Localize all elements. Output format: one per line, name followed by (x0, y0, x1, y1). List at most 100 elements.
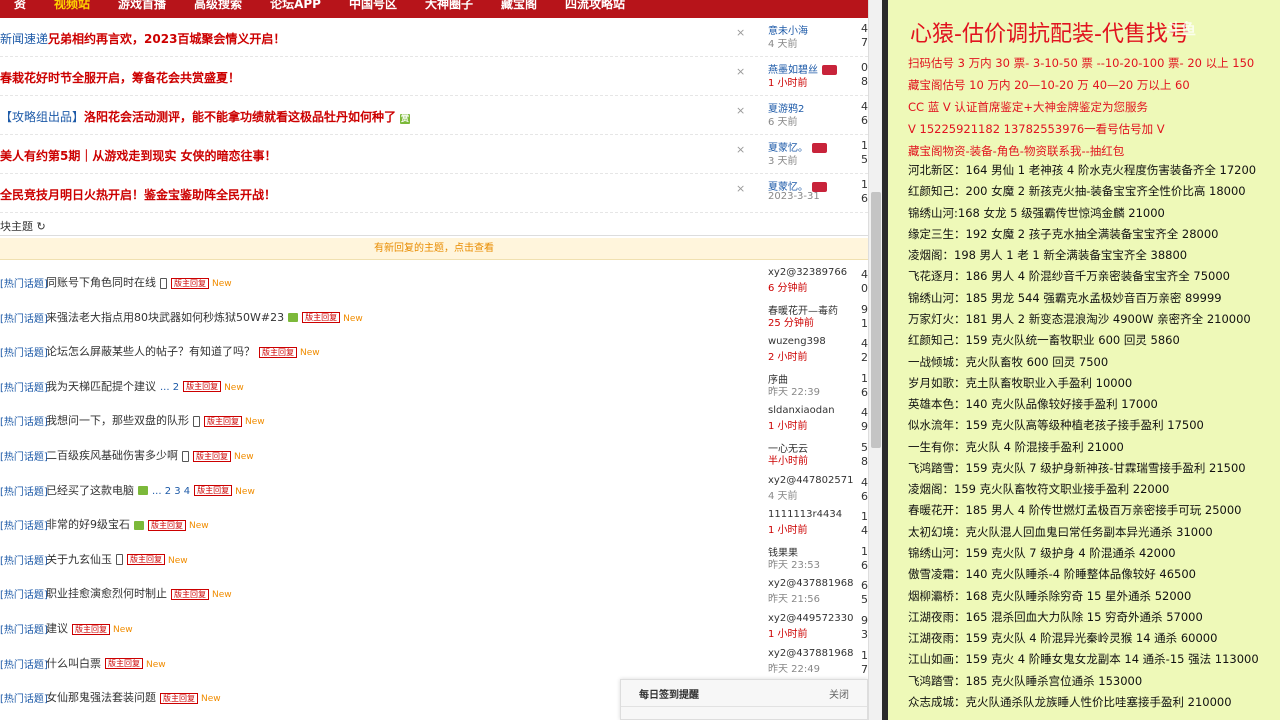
new-badge: New (212, 279, 232, 289)
thread-author[interactable]: xy2@449572330 (768, 613, 853, 624)
sticky-thread-row[interactable]: 【攻略组出品】洛阳花会活动测评，能不能拿功绩就看这极品牡丹如何种了赏 × 夏游鸦2 6… (0, 96, 868, 135)
overlay-listing-line: 一生有你：克火队 4 阶混接手盈利 21000 (908, 439, 1124, 454)
thread-title-link[interactable]: 论坛怎么屏蔽某些人的帖子？有知道了吗？ 版主回复 New (46, 343, 320, 359)
medal-icon (822, 65, 837, 75)
close-icon[interactable]: × (736, 104, 745, 117)
overlay-listing-line: 红颜知己：159 克火队统一畜牧职业 600 回灵 5860 (908, 333, 1180, 348)
close-icon[interactable]: × (736, 26, 745, 39)
thread-category-tag[interactable]: 新闻速递 (0, 32, 48, 46)
reply-count: 4 (861, 268, 868, 281)
sticky-thread-row[interactable]: 美人有约第5期｜从游戏走到现实 女侠的暗恋往事！ × 夏蒙忆。 3 天前 1 5 (0, 135, 868, 174)
table-row[interactable]: [热门话题] 什么叫白票 版主回复 New xy2@437881968 昨天 22:49 1… (0, 645, 868, 679)
table-row[interactable]: [热门话题] 职业挂愈演愈烈何时制止 版主回复 New xy2@437881968 昨天 … (0, 575, 868, 609)
thread-title-link[interactable]: 非常的好9级宝石 版主回复 New (46, 516, 209, 532)
thread-title-link[interactable]: 什么叫白票 版主回复 New (46, 655, 166, 671)
table-row[interactable]: [热门话题] 同账号下角色同时在线 版主回复 New xy2@32389766 6 分钟前… (0, 264, 868, 298)
stream-overlay-panel: 心猿-估价调抗配装-代售找号 斗鱼 扫码估号 3 万内 30 票- 3-10-5… (888, 0, 1280, 720)
table-row[interactable]: [热门话题] 关于九玄仙玉 版主回复 New 钱果果 昨天 23:53 1 6 (0, 541, 868, 575)
overlay-listing-line: 飞花逐月：186 男人 4 阶混纱音千万亲密装备宝宝齐全 75000 (908, 269, 1230, 284)
sticky-thread-row[interactable]: 全民竞技月明日火热开启！鉴金宝鉴助阵全民开战！ × 夏蒙忆。 2023-3-31 1 6 (0, 174, 868, 213)
reply-count: 1 (861, 544, 868, 558)
thread-title-link[interactable]: 关于九玄仙玉 版主回复 New (46, 551, 188, 567)
sticky-thread-row[interactable]: 新闻速递兄弟相约再言欢，2023百城聚会情义开启！ × 意未小海 4 天前 4 7 (0, 18, 868, 57)
thread-title-link[interactable]: 春栽花好时节全服开启，筹备花会共赏盛夏！ (0, 69, 240, 86)
thread-category-tag[interactable]: [热门话题] (0, 586, 48, 601)
thread-category-tag[interactable]: [热门话题] (0, 656, 48, 671)
scrollbar-thumb[interactable] (871, 192, 881, 448)
page-scrollbar[interactable] (868, 0, 882, 720)
reply-count: 4 (861, 475, 868, 489)
nav-item[interactable]: 四流攻略站 (551, 0, 639, 10)
thread-category-tag[interactable]: [热门话题] (0, 448, 48, 463)
thread-author[interactable]: xy2@32389766 (768, 267, 847, 278)
thread-title-link[interactable]: 来强法老大指点用80块武器如何秒炼狱50W#23 版主回复 New (46, 309, 363, 325)
nav-item[interactable]: 游戏首播 (104, 0, 180, 10)
thread-category-tag[interactable]: [热门话题] (0, 483, 48, 498)
reply-count: 6 (861, 579, 868, 593)
thread-title-link[interactable]: 新闻速递兄弟相约再言欢，2023百城聚会情义开启！ (0, 30, 285, 47)
nav-item[interactable]: 中国号区 (335, 0, 411, 10)
thread-title-link[interactable]: 全民竞技月明日火热开启！鉴金宝鉴助阵全民开战！ (0, 186, 276, 203)
thread-title-link[interactable]: 二百级疾风基础伤害多少啊 版主回复 New (46, 447, 254, 463)
table-row[interactable]: [热门话题] 我想问一下，那些双盘的队形 版主回复 New sldanxiaodan 1 … (0, 402, 868, 436)
sticky-thread-row[interactable]: 春栽花好时节全服开启，筹备花会共赏盛夏！ × 燕墨如碧丝 1 小时前 0 8 (0, 57, 868, 96)
overlay-listing-line: 傲雪凌霜：140 克火队睡杀-4 阶睡整体品像较好 46500 (908, 567, 1196, 582)
thread-category-tag[interactable]: [热门话题] (0, 517, 48, 532)
nav-item[interactable]: 论坛APP (256, 0, 335, 10)
thread-category-tag[interactable]: [热门话题] (0, 344, 48, 359)
table-row[interactable]: [热门话题] 建议 版主回复 New xy2@449572330 1 小时前 9 3 (0, 610, 868, 644)
nav-item[interactable]: 资 (0, 0, 40, 10)
thread-author[interactable]: 1111113r4434 (768, 509, 842, 520)
reply-count: 9 (861, 302, 868, 316)
close-icon[interactable]: × (736, 65, 745, 78)
page-links[interactable]: ... 2 (160, 382, 179, 393)
thread-category-tag[interactable]: [热门话题] (0, 310, 48, 325)
thread-time: 昨天 22:49 (768, 663, 820, 675)
thread-title-link[interactable]: 美人有约第5期｜从游戏走到现实 女侠的暗恋往事！ (0, 147, 277, 164)
thread-title-link[interactable]: 职业挂愈演愈烈何时制止 版主回复 New (46, 585, 232, 601)
page-links[interactable]: ... 2 3 4 (152, 486, 190, 497)
thread-category-tag[interactable]: [热门话题] (0, 379, 48, 394)
thread-title-link[interactable]: 女仙那鬼强法套装问题 版主回复 New (46, 689, 221, 705)
overlay-info-line: CC 蓝 V 认证首席鉴定+大神金牌鉴定为您服务 (908, 100, 1149, 114)
thread-title-link[interactable]: 【攻略组出品】洛阳花会活动测评，能不能拿功绩就看这极品牡丹如何种了赏 (0, 108, 411, 125)
checkin-close-button[interactable]: 关闭 (829, 686, 849, 701)
table-row[interactable]: [热门话题] 我为天梯匹配提个建议... 2 版主回复 New 序曲 昨天 22:39 1 6 (0, 368, 868, 402)
thread-author[interactable]: wuzeng398 (768, 336, 826, 347)
thread-title-link[interactable]: 建议 版主回复 New (46, 620, 133, 636)
reply-count: 1 (861, 178, 868, 191)
thread-title-link[interactable]: 同账号下角色同时在线 版主回复 New (46, 274, 232, 290)
table-row[interactable]: [热门话题] 二百级疾风基础伤害多少啊 版主回复 New 一心无云 半小时前 5 8 (0, 437, 868, 471)
table-row[interactable]: [热门话题] 非常的好9级宝石 版主回复 New 1111113r4434 1 小时前 1 4 (0, 506, 868, 540)
thread-category-tag[interactable]: [热门话题] (0, 621, 48, 636)
nav-item[interactable]: 大神圈子 (411, 0, 487, 10)
thread-author[interactable]: xy2@437881968 (768, 648, 853, 659)
thread-category-tag[interactable]: [热门话题] (0, 552, 48, 567)
thread-category-tag[interactable]: [热门话题] (0, 275, 48, 290)
close-icon[interactable]: × (736, 182, 745, 195)
new-replies-notice[interactable]: 有新回复的主题，点击查看 (0, 238, 868, 260)
table-row[interactable]: [热门话题] 来强法老大指点用80块武器如何秒炼狱50W#23 版主回复 New 春暖花… (0, 299, 868, 333)
thread-title-link[interactable]: 我为天梯匹配提个建议... 2 版主回复 New (46, 378, 244, 394)
overlay-listing-line: 红颜知己：200 女魔 2 新孩克火抽-装备宝宝齐全性价比高 18000 (908, 184, 1246, 199)
thread-category-tag[interactable]: [热门话题] (0, 690, 48, 705)
table-row[interactable]: [热门话题] 已经买了这款电脑... 2 3 4 版主回复 New xy2@447802… (0, 472, 868, 506)
thread-author[interactable]: xy2@447802571 (768, 475, 853, 486)
section-label[interactable]: 块主题 ↻ (0, 218, 46, 234)
nav-item[interactable]: 藏宝阁 (487, 0, 551, 10)
overlay-listing-line: 锦绣山河：159 克火队 7 级护身 4 阶混通杀 42000 (908, 546, 1176, 561)
table-row[interactable]: [热门话题] 论坛怎么屏蔽某些人的帖子？有知道了吗？ 版主回复 New wuzeng39… (0, 333, 868, 367)
nav-item[interactable]: 视频站 (40, 0, 104, 10)
thread-title-link[interactable]: 我想问一下，那些双盘的队形 版主回复 New (46, 412, 265, 428)
thread-title-link[interactable]: 已经买了这款电脑... 2 3 4 版主回复 New (46, 482, 255, 498)
divider (621, 706, 867, 707)
overlay-listing-line: 众志成城：克火队通杀队龙族睡人性价比哇塞接手盈利 210000 (908, 695, 1232, 709)
thread-author[interactable]: xy2@437881968 (768, 578, 853, 589)
thread-author[interactable]: sldanxiaodan (768, 405, 835, 416)
thread-time: 昨天 21:56 (768, 594, 820, 606)
nav-item[interactable]: 高级搜索 (180, 0, 256, 10)
thread-category-tag[interactable]: 【攻略组出品】 (0, 110, 84, 124)
reply-count: 1 (861, 139, 868, 152)
thread-category-tag[interactable]: [热门话题] (0, 413, 48, 428)
close-icon[interactable]: × (736, 143, 745, 156)
